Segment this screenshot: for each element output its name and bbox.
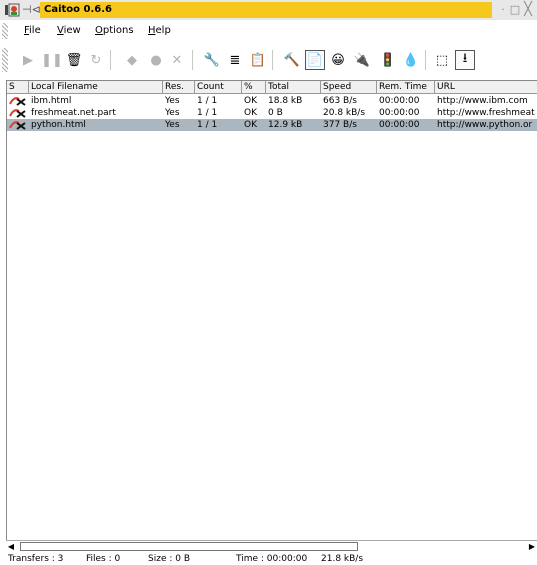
table-row[interactable]: ibm.html Yes 1 / 1 OK 18.8 kB 663 B/s 00:00:00… — [7, 95, 537, 107]
cell-url: http://www.ibm.com — [437, 96, 528, 106]
menu-help-rest: elp — [155, 25, 171, 36]
table-row[interactable]: freshmeat.net.part Yes 1 / 1 OK 0 B 20.8 kB/s… — [7, 107, 537, 119]
menu-options-accel: O — [95, 25, 103, 36]
sticky-pin-icon[interactable]: ⊣⊲ — [22, 3, 41, 17]
cell-speed: 20.8 kB/s — [323, 108, 366, 118]
cell-url: http://www.freshmeat — [437, 108, 535, 118]
cell-total: 18.8 kB — [268, 96, 303, 106]
docked-icon[interactable]: 📄 — [305, 50, 325, 70]
menu-view-accel: V — [57, 25, 64, 36]
status-bar: Transfers : 3 Files : 0 Size : 0 B Time … — [0, 553, 537, 565]
cell-total: 0 B — [268, 108, 283, 118]
menu-help[interactable]: Help — [148, 24, 171, 38]
status-transfers: Transfers : 3 — [8, 554, 64, 564]
toolbar-separator — [192, 50, 193, 70]
transfer-status-icon — [9, 109, 26, 118]
menu-help-accel: H — [148, 25, 156, 36]
cell-resume: Yes — [165, 108, 180, 118]
window-title: Caitoo 0.6.6 — [40, 2, 492, 18]
cell-percent: OK — [244, 108, 257, 118]
scrollbar-thumb[interactable] — [20, 542, 358, 551]
cell-remaining-time: 00:00:00 — [379, 108, 420, 118]
expert-icon[interactable]: 🔨 — [282, 50, 302, 70]
column-url[interactable]: URL — [435, 81, 537, 94]
status-files: Files : 0 — [86, 554, 121, 564]
close-button[interactable]: ╳ — [521, 2, 535, 18]
menu-bar: File View Options Help — [0, 20, 537, 42]
cell-resume: Yes — [165, 96, 180, 106]
column-speed[interactable]: Speed — [321, 81, 377, 94]
toolbar-grip[interactable] — [2, 48, 8, 72]
cell-remaining-time: 00:00:00 — [379, 120, 420, 130]
maximize-button[interactable]: □ — [508, 2, 522, 18]
play-icon[interactable]: ▶ — [18, 50, 38, 70]
menu-file-rest: ile — [29, 25, 41, 36]
delete-icon[interactable]: 🗑 — [64, 50, 84, 70]
column-count[interactable]: Count — [195, 81, 242, 94]
queue-icon[interactable]: ◆ — [122, 50, 142, 70]
column-total[interactable]: Total — [266, 81, 321, 94]
cell-count: 1 / 1 — [197, 120, 218, 130]
column-resume[interactable]: Res. — [163, 81, 195, 94]
scroll-left-arrow-icon[interactable]: ◀ — [6, 541, 16, 552]
cell-url: http://www.python.or — [437, 120, 533, 130]
cell-filename: freshmeat.net.part — [31, 108, 116, 118]
status-size: Size : 0 B — [148, 554, 190, 564]
drop-icon[interactable]: 💧 — [401, 50, 421, 70]
cell-speed: 663 B/s — [323, 96, 357, 106]
offline-icon[interactable]: 🔌 — [352, 50, 372, 70]
cell-percent: OK — [244, 96, 257, 106]
menu-view-rest: iew — [63, 25, 81, 36]
menu-file[interactable]: File — [24, 24, 41, 38]
table-row[interactable]: python.html Yes 1 / 1 OK 12.9 kB 377 B/s 00:00… — [7, 119, 537, 131]
list-header: S Local Filename Res. Count % Total Spee… — [7, 81, 537, 94]
cell-total: 12.9 kB — [268, 120, 303, 130]
download-icon[interactable]: ⭳ — [455, 50, 475, 70]
column-local-filename[interactable]: Local Filename — [29, 81, 163, 94]
menu-options-rest: ptions — [102, 25, 134, 36]
menubar-grip[interactable] — [2, 23, 8, 39]
record-icon[interactable]: ● — [146, 50, 166, 70]
toolbar-separator — [110, 50, 111, 70]
toolbar-separator — [425, 50, 426, 70]
cell-count: 1 / 1 — [197, 96, 218, 106]
column-percent[interactable]: % — [242, 81, 266, 94]
horizontal-scrollbar[interactable]: ◀ ▶ — [6, 540, 537, 552]
status-speed: 21.8 kB/s — [321, 554, 364, 564]
traffic-icon[interactable]: 🚦 — [378, 50, 398, 70]
cell-resume: Yes — [165, 120, 180, 130]
column-remaining-time[interactable]: Rem. Time — [377, 81, 435, 94]
restart-icon[interactable]: ↻ — [86, 50, 106, 70]
dropzone-icon[interactable]: ⬚ — [432, 50, 452, 70]
cell-count: 1 / 1 — [197, 108, 218, 118]
paste-icon[interactable]: 📋 — [248, 50, 268, 70]
menu-options[interactable]: Options — [95, 24, 134, 38]
cell-speed: 377 B/s — [323, 120, 357, 130]
cell-filename: python.html — [31, 120, 86, 130]
settings-icon[interactable]: 🔧 — [202, 50, 222, 70]
title-bar[interactable]: ⊣⊲ Caitoo 0.6.6 · □ ╳ — [0, 0, 537, 20]
animated-icon[interactable]: 😀 — [328, 50, 348, 70]
cell-filename: ibm.html — [31, 96, 72, 106]
scroll-right-arrow-icon[interactable]: ▶ — [527, 541, 537, 552]
transfer-status-icon — [9, 121, 26, 130]
cell-percent: OK — [244, 120, 257, 130]
caitoo-app-icon[interactable] — [4, 3, 20, 17]
toolbar: ▶ ❚❚ 🗑 ↻ ◆ ● ✕ 🔧 ≣ 📋 🔨 📄 😀 🔌 🚦 💧 ⬚ ⭳ — [0, 44, 537, 76]
menu-view[interactable]: View — [57, 24, 81, 38]
toolbar-separator — [272, 50, 273, 70]
transfer-list[interactable]: S Local Filename Res. Count % Total Spee… — [6, 80, 537, 540]
cancel-icon[interactable]: ✕ — [167, 50, 187, 70]
transfer-status-icon — [9, 97, 26, 106]
status-time: Time : 00:00:00 — [236, 554, 308, 564]
log-icon[interactable]: ≣ — [225, 50, 245, 70]
column-status[interactable]: S — [7, 81, 29, 94]
pause-icon[interactable]: ❚❚ — [41, 50, 63, 70]
cell-remaining-time: 00:00:00 — [379, 96, 420, 106]
